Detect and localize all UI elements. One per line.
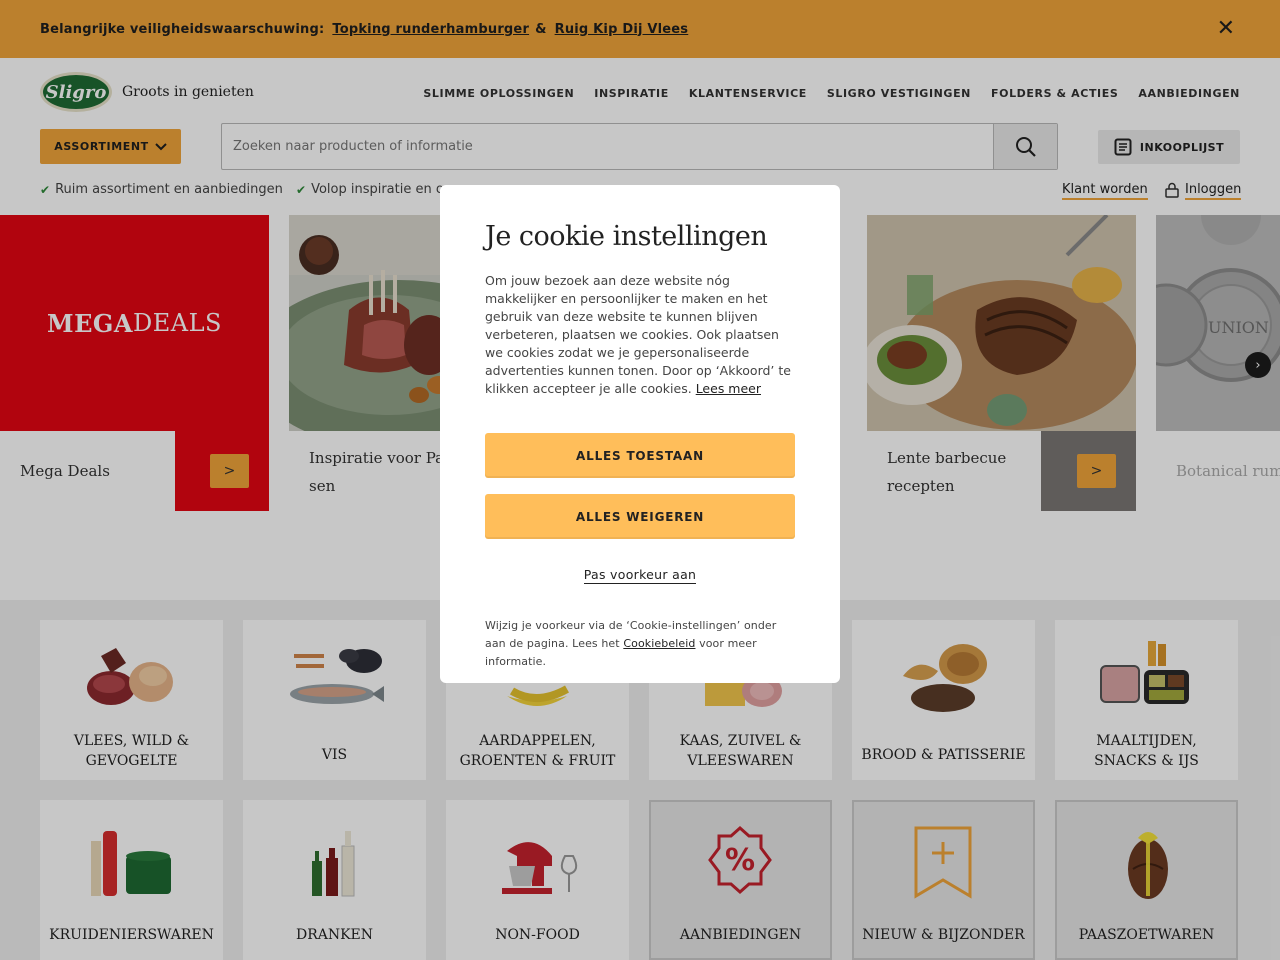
reject-all-button[interactable]: ALLES WEIGEREN — [485, 494, 795, 539]
accept-all-button[interactable]: ALLES TOESTAAN — [485, 433, 795, 478]
preferences-link-wrap: Pas voorkeur aan — [440, 567, 840, 584]
preferences-link[interactable]: Pas voorkeur aan — [583, 567, 697, 584]
lees-meer-link[interactable]: Lees meer — [696, 381, 761, 396]
cookie-footer: Wijzig je voorkeur via de ‘Cookie-instel… — [485, 617, 800, 671]
cookiebeleid-link[interactable]: Cookiebeleid — [623, 637, 695, 650]
cookie-dialog: Je cookie instellingen Om jouw bezoek aa… — [440, 185, 840, 683]
cookie-body-text: Om jouw bezoek aan deze website nóg makk… — [485, 273, 791, 396]
cookie-body: Om jouw bezoek aan deze website nóg makk… — [485, 272, 795, 398]
cookie-title: Je cookie instellingen — [485, 221, 768, 252]
